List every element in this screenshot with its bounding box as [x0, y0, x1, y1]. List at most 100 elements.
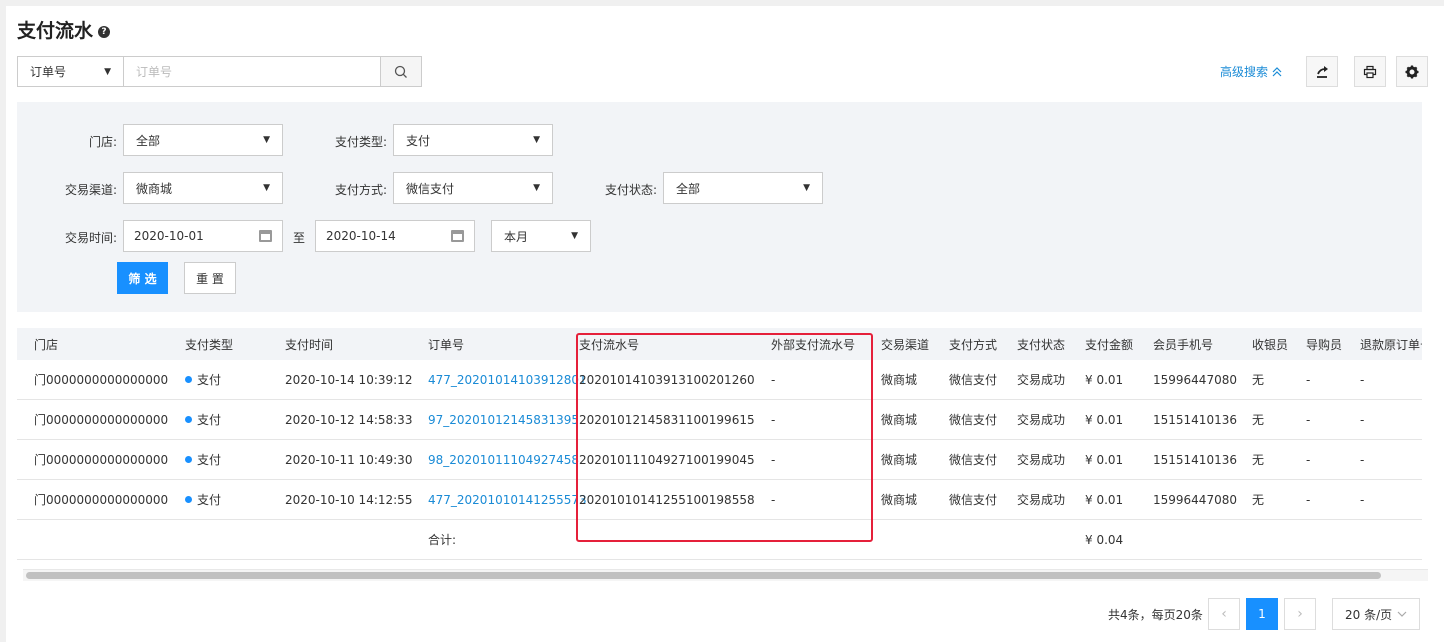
order-number-link[interactable]: 98_20201011104927458	[428, 440, 579, 479]
cell-phone: 15151410136	[1153, 412, 1237, 427]
filter-button[interactable]: 筛 选	[117, 262, 168, 294]
cell-guide: -	[1306, 412, 1311, 427]
pay-status-select[interactable]: 全部 ▼	[663, 172, 823, 204]
order-number-link[interactable]: 97_20201012145831395	[428, 400, 579, 439]
export-button[interactable]	[1306, 56, 1338, 87]
col-header: 支付时间	[285, 337, 334, 352]
chevron-up-icon	[1272, 66, 1282, 76]
cell-method: 微信支付	[949, 453, 998, 467]
col-header: 门店	[34, 337, 59, 352]
cell-amount: ¥ 0.01	[1085, 492, 1124, 507]
prev-page-button[interactable]: ‹	[1208, 598, 1240, 630]
col-header: 交易渠道	[881, 337, 930, 352]
search-input[interactable]: 订单号	[124, 56, 381, 87]
order-number-link[interactable]: 477_20201010141255573	[428, 480, 587, 519]
cell-store: 门0000000000000000	[34, 413, 169, 427]
chevron-down-icon	[1397, 611, 1407, 617]
channel-select[interactable]: 微商城 ▼	[123, 172, 283, 204]
page-1-button[interactable]: 1	[1246, 598, 1278, 630]
col-header: 支付方式	[949, 337, 998, 352]
cell-refund-order: -	[1360, 372, 1365, 387]
pay-type-label: 支付类型:	[334, 135, 387, 149]
cell-pay-type: 支付	[185, 480, 221, 519]
print-button[interactable]	[1354, 56, 1386, 87]
total-label: 合计:	[428, 533, 457, 547]
cell-store: 门0000000000000000	[34, 453, 169, 467]
cell-channel: 微商城	[881, 493, 918, 507]
pay-type-select[interactable]: 支付 ▼	[393, 124, 553, 156]
order-number-link[interactable]: 477_20201014103912801	[428, 360, 587, 399]
cell-status: 交易成功	[1017, 493, 1066, 507]
cell-amount: ¥ 0.01	[1085, 452, 1124, 467]
cell-amount: ¥ 0.01	[1085, 372, 1124, 387]
advanced-search-link[interactable]: 高级搜索	[1220, 63, 1282, 80]
cell-cashier: 无	[1252, 413, 1265, 427]
cell-channel: 微商城	[881, 453, 918, 467]
highlight-box	[576, 333, 873, 542]
time-label: 交易时间:	[64, 231, 117, 245]
cell-pay-type: 支付	[185, 440, 221, 479]
cell-status: 交易成功	[1017, 453, 1066, 467]
cell-channel: 微商城	[881, 373, 918, 387]
search-bar: 订单号 ▼ 订单号	[17, 56, 422, 87]
cell-pay-type: 支付	[185, 400, 221, 439]
cell-pay-time: 2020-10-14 10:39:12	[285, 372, 413, 387]
cell-guide: -	[1306, 492, 1311, 507]
gear-icon	[1405, 65, 1419, 78]
period-select[interactable]: 本月 ▼	[491, 220, 591, 252]
chevron-left-icon: ‹	[1221, 606, 1227, 622]
next-page-button[interactable]: ›	[1284, 598, 1316, 630]
status-dot-icon	[185, 376, 192, 383]
cell-refund-order: -	[1360, 412, 1365, 427]
store-label: 门店:	[88, 135, 117, 149]
cell-channel: 微商城	[881, 413, 918, 427]
col-header: 订单号	[428, 337, 465, 352]
calendar-icon	[451, 230, 464, 242]
cell-pay-time: 2020-10-10 14:12:55	[285, 492, 413, 507]
end-date-input[interactable]: 2020-10-14	[315, 220, 475, 252]
filter-panel: 门店: 全部 ▼ 支付类型: 支付 ▼ 交易渠道: 微商城 ▼ 支付方式: 微信支付 ▼…	[17, 102, 1422, 312]
col-header: 收银员	[1252, 337, 1289, 352]
pay-method-select[interactable]: 微信支付 ▼	[393, 172, 553, 204]
cell-amount: ¥ 0.01	[1085, 412, 1124, 427]
search-icon	[394, 65, 407, 78]
total-amount: ¥ 0.04	[1085, 532, 1124, 547]
cell-method: 微信支付	[949, 373, 998, 387]
cell-phone: 15996447080	[1153, 372, 1237, 387]
col-header: 退款原订单号	[1360, 337, 1422, 352]
pagination-info: 共4条，每页20条	[1108, 608, 1203, 622]
search-type-select[interactable]: 订单号 ▼	[17, 56, 124, 87]
cell-cashier: 无	[1252, 493, 1265, 507]
cell-status: 交易成功	[1017, 413, 1066, 427]
settings-button[interactable]	[1396, 56, 1428, 87]
page-size-select[interactable]: 20 条/页	[1332, 598, 1420, 630]
col-header: 支付类型	[185, 337, 234, 352]
page-title: 支付流水 ?	[17, 16, 111, 43]
pay-status-label: 支付状态:	[604, 183, 657, 197]
cell-cashier: 无	[1252, 453, 1265, 467]
cell-store: 门0000000000000000	[34, 493, 169, 507]
col-header: 支付状态	[1017, 337, 1066, 352]
col-header: 会员手机号	[1153, 337, 1214, 352]
chevron-right-icon: ›	[1297, 606, 1303, 622]
help-icon[interactable]: ?	[98, 25, 111, 38]
print-icon	[1363, 65, 1377, 78]
store-select[interactable]: 全部 ▼	[123, 124, 283, 156]
cell-pay-type: 支付	[185, 360, 221, 399]
cell-phone: 15151410136	[1153, 452, 1237, 467]
status-dot-icon	[185, 456, 192, 463]
cell-guide: -	[1306, 372, 1311, 387]
scrollbar-thumb[interactable]	[26, 572, 1381, 579]
channel-label: 交易渠道:	[64, 183, 117, 197]
status-dot-icon	[185, 496, 192, 503]
status-dot-icon	[185, 416, 192, 423]
cell-refund-order: -	[1360, 452, 1365, 467]
reset-button[interactable]: 重 置	[184, 262, 236, 294]
pay-method-label: 支付方式:	[334, 183, 387, 197]
calendar-icon	[259, 230, 272, 242]
dropdown-arrow-icon: ▼	[104, 66, 111, 77]
cell-pay-time: 2020-10-12 14:58:33	[285, 412, 413, 427]
search-button[interactable]	[381, 56, 422, 87]
cell-status: 交易成功	[1017, 373, 1066, 387]
start-date-input[interactable]: 2020-10-01	[123, 220, 283, 252]
